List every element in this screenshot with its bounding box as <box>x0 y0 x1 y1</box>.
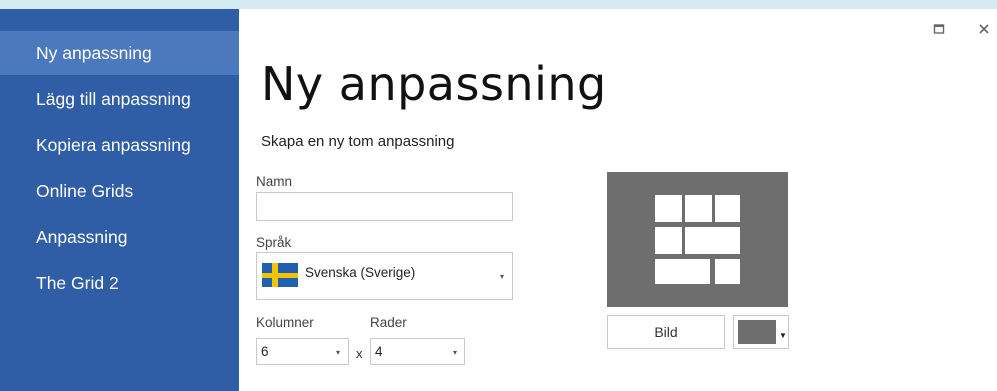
grid-preview-image <box>607 172 788 307</box>
columns-value: 6 <box>261 344 269 359</box>
grid-tile <box>715 259 740 284</box>
language-label: Språk <box>256 235 292 250</box>
chevron-down-icon: ▾ <box>336 348 341 357</box>
main-panel: Ny anpassning Skapa en ny tom anpassning… <box>239 9 997 391</box>
rows-value: 4 <box>375 344 383 359</box>
grid-tile <box>715 195 740 222</box>
sidebar-item-online-grids[interactable]: Online Grids <box>0 169 239 213</box>
columns-select[interactable]: 6 ▾ <box>256 338 349 365</box>
maximize-icon[interactable] <box>929 20 949 40</box>
name-field[interactable] <box>256 192 513 221</box>
grid-tile <box>685 195 712 222</box>
sidebar-item-kopiera-anpassning[interactable]: Kopiera anpassning <box>0 123 239 167</box>
top-band <box>0 0 997 9</box>
chevron-down-icon: ▾ <box>453 348 458 357</box>
language-select[interactable]: Svenska (Sverige) ▾ <box>256 252 513 300</box>
sidebar-item-lagg-till-anpassning[interactable]: Lägg till anpassning <box>0 77 239 121</box>
sweden-flag-icon <box>262 263 298 287</box>
language-value: Svenska (Sverige) <box>305 265 416 280</box>
columns-label: Kolumner <box>256 315 314 330</box>
rows-label: Rader <box>370 315 407 330</box>
chevron-down-icon: ▾ <box>500 272 505 281</box>
color-swatch <box>738 320 776 344</box>
times-symbol: x <box>356 346 363 361</box>
name-label: Namn <box>256 174 293 189</box>
sidebar-item-anpassning[interactable]: Anpassning <box>0 215 239 259</box>
color-picker-button[interactable]: ▼ <box>733 315 789 349</box>
sidebar-item-ny-anpassning[interactable]: Ny anpassning <box>0 31 239 75</box>
chevron-down-icon: ▼ <box>779 331 787 340</box>
close-icon[interactable] <box>974 20 994 40</box>
page-title: Ny anpassning <box>261 57 607 111</box>
rows-select[interactable]: 4 ▾ <box>370 338 465 365</box>
sidebar-item-the-grid-2[interactable]: The Grid 2 <box>0 261 239 305</box>
image-button[interactable]: Bild <box>607 315 725 349</box>
sidebar: Ny anpassning Lägg till anpassning Kopie… <box>0 9 239 391</box>
page-subtitle: Skapa en ny tom anpassning <box>261 133 455 150</box>
grid-tile <box>685 227 740 254</box>
grid-tile <box>655 227 682 254</box>
grid-tile <box>655 259 710 284</box>
grid-tile <box>655 195 682 222</box>
